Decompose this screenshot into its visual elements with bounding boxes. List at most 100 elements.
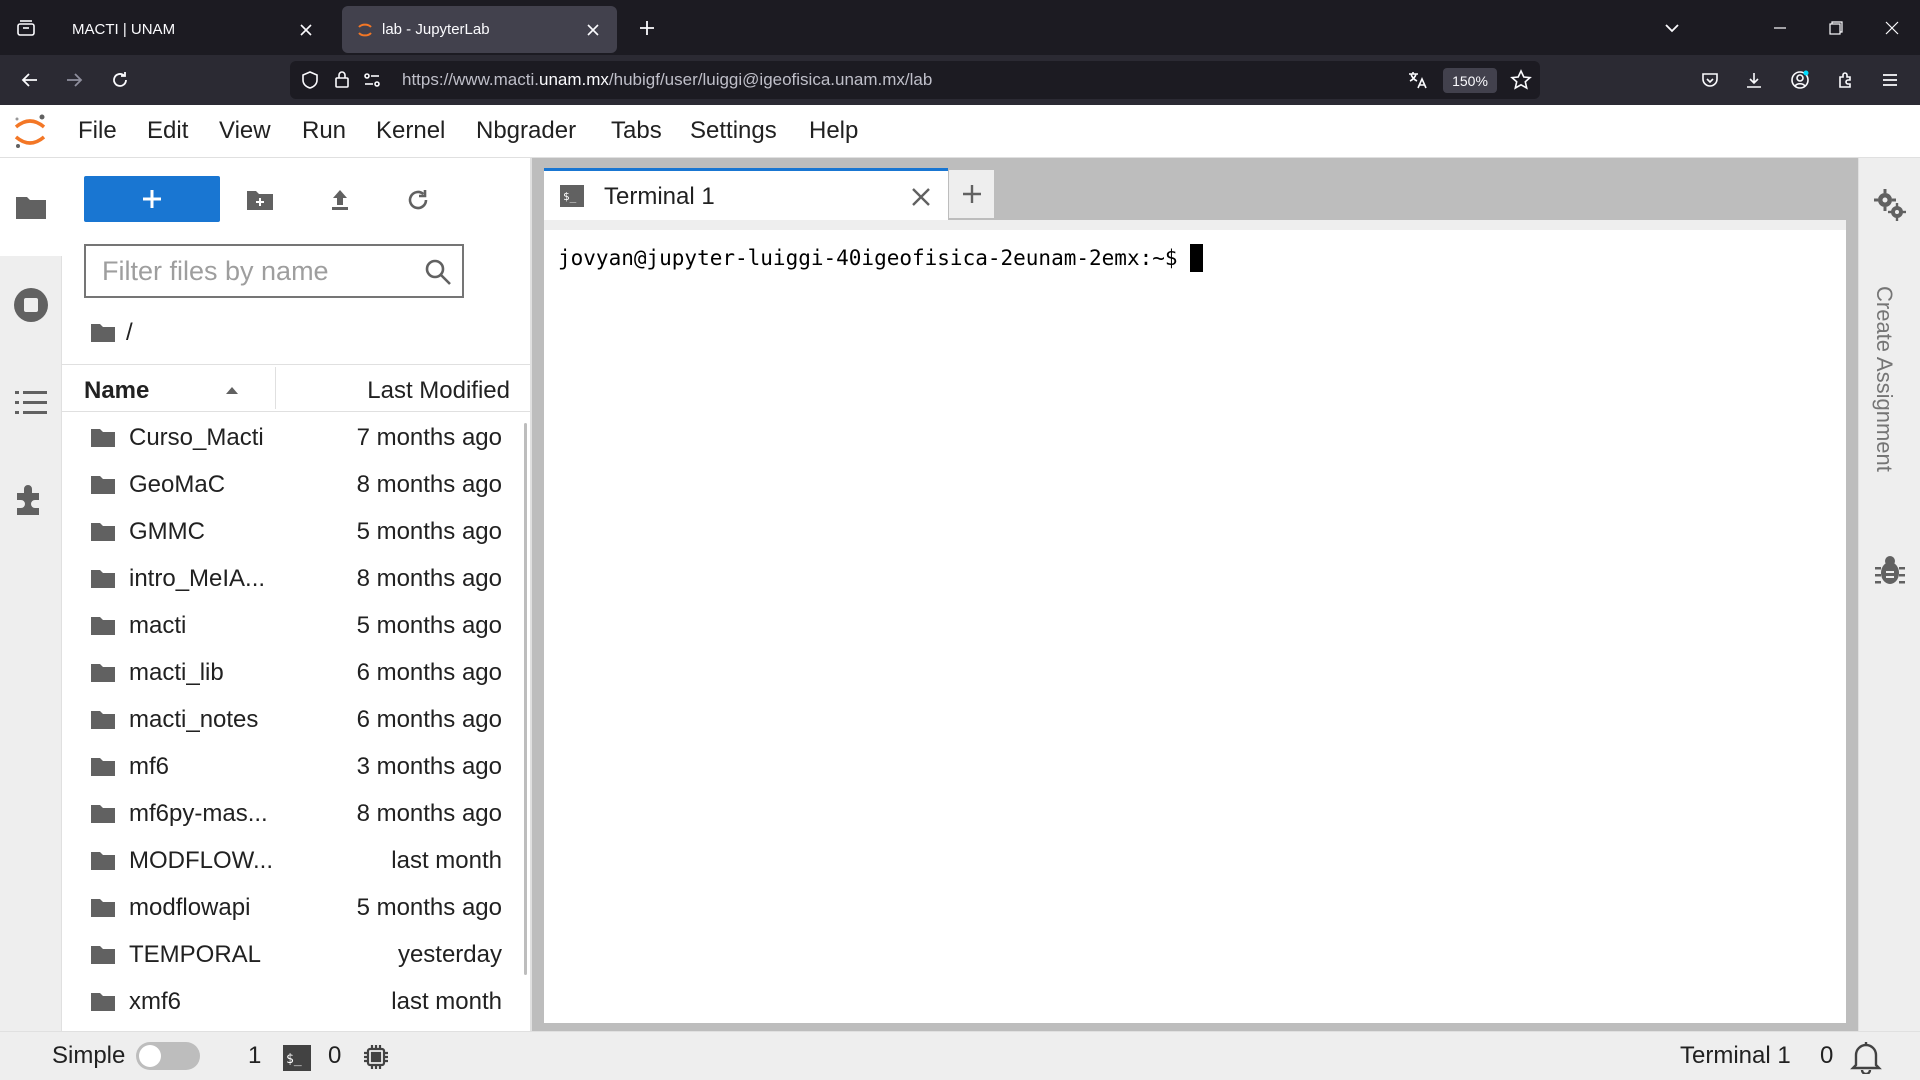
debugger-bug-icon[interactable] bbox=[1875, 554, 1905, 586]
folder-icon bbox=[91, 523, 115, 541]
file-name: macti bbox=[129, 612, 187, 639]
file-row[interactable]: MODFLOW... last month bbox=[62, 838, 524, 885]
menu-nbgrader[interactable]: Nbgrader bbox=[476, 117, 576, 145]
bookmark-star-icon[interactable] bbox=[1510, 69, 1532, 91]
file-row[interactable]: macti_lib 6 months ago bbox=[62, 650, 524, 697]
column-divider[interactable] bbox=[275, 367, 276, 409]
menu-tabs[interactable]: Tabs bbox=[611, 117, 662, 145]
jupyter-logo-icon bbox=[14, 114, 46, 148]
menu-edit[interactable]: Edit bbox=[147, 117, 188, 145]
new-folder-button[interactable] bbox=[238, 178, 282, 222]
close-icon[interactable] bbox=[583, 20, 603, 40]
sort-ascending-icon[interactable] bbox=[224, 385, 240, 395]
forward-arrow-icon[interactable] bbox=[54, 60, 94, 100]
file-name: MODFLOW... bbox=[129, 847, 273, 874]
reload-icon[interactable] bbox=[100, 60, 140, 100]
extensions-icon[interactable] bbox=[1826, 60, 1866, 100]
translate-icon[interactable] bbox=[1406, 69, 1428, 91]
table-of-contents-tab[interactable] bbox=[0, 368, 62, 438]
download-icon[interactable] bbox=[1734, 60, 1774, 100]
file-row[interactable]: GMMC 5 months ago bbox=[62, 509, 524, 556]
menu-file[interactable]: File bbox=[78, 117, 117, 145]
new-tab-button[interactable] bbox=[948, 170, 994, 218]
left-sidebar bbox=[0, 158, 62, 1031]
menu-help[interactable]: Help bbox=[809, 117, 858, 145]
new-tab-button[interactable] bbox=[623, 4, 671, 52]
pocket-icon[interactable] bbox=[1690, 60, 1730, 100]
zoom-level-badge[interactable]: 150% bbox=[1443, 68, 1497, 93]
file-row[interactable]: Curso_Macti 7 months ago bbox=[62, 415, 524, 462]
filter-files-box bbox=[84, 244, 464, 298]
url-prefix: https://www.macti. bbox=[402, 70, 539, 89]
create-assignment-tab[interactable]: Create Assignment bbox=[1871, 286, 1897, 472]
tab-overview-icon[interactable] bbox=[0, 0, 52, 55]
tab-terminal-1[interactable]: $_ Terminal 1 bbox=[544, 168, 948, 220]
file-row[interactable]: TEMPORAL yesterday bbox=[62, 932, 524, 979]
kernel-chip-icon[interactable] bbox=[362, 1043, 390, 1071]
running-sessions-tab[interactable] bbox=[0, 270, 62, 340]
account-icon[interactable] bbox=[1780, 60, 1820, 100]
browser-tab-title: MACTI | UNAM bbox=[72, 21, 176, 38]
folder-icon[interactable] bbox=[90, 322, 116, 344]
kernels-count[interactable]: 0 bbox=[328, 1042, 341, 1070]
breadcrumb-root[interactable]: / bbox=[126, 319, 133, 347]
file-list-scrollbar[interactable] bbox=[524, 423, 527, 975]
url-path: /hubigf/user/luiggi@igeofisica.unam.mx/l… bbox=[608, 70, 933, 89]
hamburger-menu-icon[interactable] bbox=[1870, 60, 1910, 100]
menu-kernel[interactable]: Kernel bbox=[376, 117, 445, 145]
menu-run[interactable]: Run bbox=[302, 117, 346, 145]
refresh-icon bbox=[408, 190, 428, 210]
column-header-name[interactable]: Name bbox=[84, 377, 149, 405]
browser-tab-macti[interactable]: MACTI | UNAM bbox=[58, 6, 330, 53]
jupyter-favicon-icon bbox=[358, 23, 372, 36]
file-row[interactable]: modflowapi 5 months ago bbox=[62, 885, 524, 932]
filter-files-input[interactable] bbox=[102, 255, 422, 287]
browser-tab-title: lab - JupyterLab bbox=[382, 21, 490, 38]
status-bar: Simple 1 $_ 0 Terminal 1 0 bbox=[0, 1031, 1920, 1080]
permissions-icon[interactable] bbox=[362, 70, 382, 90]
file-row[interactable]: GeoMaC 8 months ago bbox=[62, 462, 524, 509]
property-inspector-gears-icon[interactable] bbox=[1873, 188, 1907, 222]
new-launcher-button[interactable] bbox=[84, 176, 220, 222]
search-icon[interactable] bbox=[424, 258, 452, 286]
bell-icon[interactable] bbox=[1850, 1040, 1882, 1074]
url-text[interactable]: https://www.macti.unam.mx/hubigf/user/lu… bbox=[402, 70, 932, 90]
close-icon[interactable] bbox=[296, 20, 316, 40]
restore-icon[interactable] bbox=[1808, 0, 1864, 55]
chevron-down-icon[interactable] bbox=[1652, 8, 1692, 48]
url-bar[interactable]: https://www.macti.unam.mx/hubigf/user/lu… bbox=[290, 61, 1540, 99]
file-list-header: Name Last Modified bbox=[62, 364, 532, 412]
terminals-count[interactable]: 1 bbox=[248, 1042, 261, 1070]
file-name: Curso_Macti bbox=[129, 424, 264, 451]
active-document-label[interactable]: Terminal 1 bbox=[1680, 1042, 1791, 1070]
file-modified: 8 months ago bbox=[356, 471, 502, 498]
file-row[interactable]: mf6py-mas... 8 months ago bbox=[62, 791, 524, 838]
terminal-icon[interactable]: $_ bbox=[283, 1045, 311, 1071]
shield-icon[interactable] bbox=[300, 70, 320, 90]
minimize-icon[interactable] bbox=[1752, 0, 1808, 55]
lock-icon[interactable] bbox=[332, 69, 352, 89]
column-header-last-modified[interactable]: Last Modified bbox=[367, 377, 510, 405]
jupyter-menubar: File Edit View Run Kernel Nbgrader Tabs … bbox=[0, 105, 1920, 158]
file-name: GMMC bbox=[129, 518, 205, 545]
file-row[interactable]: macti 5 months ago bbox=[62, 603, 524, 650]
close-icon[interactable] bbox=[908, 184, 934, 210]
back-arrow-icon[interactable] bbox=[10, 60, 50, 100]
file-modified: 8 months ago bbox=[356, 800, 502, 827]
window-close-icon[interactable] bbox=[1864, 0, 1920, 55]
file-browser-tab[interactable] bbox=[0, 158, 62, 256]
file-row[interactable]: mf6 3 months ago bbox=[62, 744, 524, 791]
simple-mode-toggle[interactable] bbox=[136, 1042, 200, 1070]
extension-manager-tab[interactable] bbox=[0, 464, 62, 534]
upload-button[interactable] bbox=[318, 178, 362, 222]
notifications-count[interactable]: 0 bbox=[1820, 1042, 1833, 1070]
browser-tab-jupyterlab[interactable]: lab - JupyterLab bbox=[342, 6, 617, 53]
menu-settings[interactable]: Settings bbox=[690, 117, 777, 145]
terminal-panel[interactable]: jovyan@jupyter-luiggi-40igeofisica-2euna… bbox=[544, 220, 1846, 1023]
folder-icon bbox=[91, 993, 115, 1011]
menu-view[interactable]: View bbox=[219, 117, 271, 145]
file-row[interactable]: intro_MeIA... 8 months ago bbox=[62, 556, 524, 603]
file-row[interactable]: xmf6 last month bbox=[62, 979, 524, 1015]
refresh-button[interactable] bbox=[396, 178, 440, 222]
file-row[interactable]: macti_notes 6 months ago bbox=[62, 697, 524, 744]
